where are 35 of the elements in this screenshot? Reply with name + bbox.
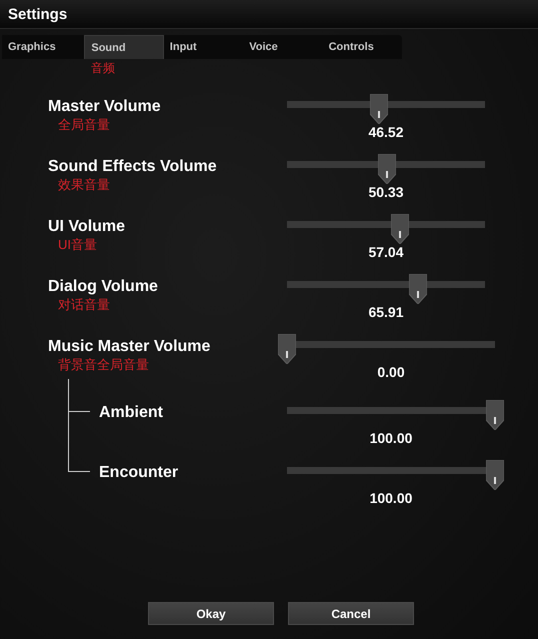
slider-thumb[interactable] [378,154,396,184]
tab[interactable]: Controls [322,35,402,59]
tab[interactable]: Voice [243,35,323,59]
translation-note: 全局音量 [58,117,110,133]
setting-label: Dialog Volume [48,277,158,297]
setting-label: Encounter [99,463,178,483]
setting-label: Master Volume [48,97,161,117]
tab[interactable]: Graphics [2,35,84,59]
setting-label: Ambient [99,403,163,423]
tab[interactable]: Input [164,35,244,59]
tab[interactable]: Sound [84,35,164,59]
value-label: 46.52 [368,124,404,140]
value-label: 50.33 [368,184,404,200]
value-label: 100.00 [370,430,412,446]
translation-note: UI音量 [58,237,97,253]
setting-label: UI Volume [48,217,126,237]
translation-note: 对话音量 [58,297,110,313]
slider-thumb[interactable] [408,274,426,304]
value-label: 57.04 [368,244,404,260]
slider-thumb[interactable] [486,460,504,490]
slider-thumb[interactable] [278,334,296,364]
slider-thumb[interactable] [370,94,388,124]
value-label: 0.00 [377,364,405,380]
slider-thumb[interactable] [486,400,504,430]
slider-thumb[interactable] [390,214,409,244]
cancel-button[interactable]: Cancel [288,602,414,625]
setting-label: Music Master Volume [48,337,210,357]
window-title: Settings [8,6,68,22]
setting-label: Sound Effects Volume [48,157,217,177]
translation-note: 音频 [91,61,115,75]
value-label: 100.00 [370,490,412,506]
translation-note: 背景音全局音量 [58,357,149,373]
okay-button[interactable]: Okay [148,602,274,625]
value-label: 65.91 [368,304,404,320]
translation-note: 效果音量 [58,177,110,193]
